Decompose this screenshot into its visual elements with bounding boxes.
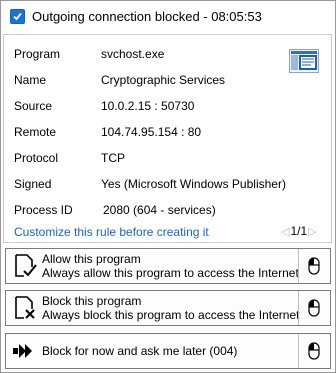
prev-arrow-icon[interactable]: ◁ <box>281 225 289 238</box>
detail-label: Signed <box>14 177 52 191</box>
connection-details: Program svchost.exe Name Cryptographic S… <box>3 34 332 243</box>
mouse-icon <box>308 299 320 317</box>
allow-shortcut[interactable] <box>298 249 329 283</box>
block-document-icon <box>15 296 35 319</box>
block-later-shortcut[interactable] <box>298 334 329 368</box>
detail-label: Name <box>14 73 47 87</box>
block-program-button[interactable]: Block this program Always block this pro… <box>5 290 331 326</box>
block-shortcut[interactable] <box>298 291 329 325</box>
allow-document-icon <box>15 254 37 277</box>
title-checkbox[interactable] <box>10 8 25 24</box>
pager: ◁ 1/1 ▷ <box>281 224 317 238</box>
allow-program-button[interactable]: Allow this program Always allow this pro… <box>5 248 331 284</box>
allow-title: Allow this program <box>42 252 141 266</box>
next-arrow-icon[interactable]: ▷ <box>308 225 316 238</box>
detail-value: Yes (Microsoft Windows Publisher) <box>101 177 286 191</box>
block-title: Block this program <box>42 294 142 308</box>
application-icon <box>289 49 319 73</box>
detail-label: Protocol <box>14 151 59 165</box>
detail-value: svchost.exe <box>101 47 165 61</box>
detail-value: TCP <box>101 151 125 165</box>
window-title: Outgoing connection blocked - 08:05:53 <box>32 8 262 24</box>
title-bar: Outgoing connection blocked - 08:05:53 <box>1 1 335 31</box>
mouse-icon <box>308 342 320 360</box>
pager-text: 1/1 <box>290 224 308 238</box>
block-subtitle: Always block this program to access the … <box>42 308 300 322</box>
detail-value: 2080 (604 - services) <box>103 203 216 217</box>
block-later-button[interactable]: Block for now and ask me later (004) <box>5 333 331 369</box>
detail-value: 104.74.95.154 : 80 <box>101 125 202 139</box>
customize-rule-link[interactable]: Customize this rule before creating it <box>14 225 209 239</box>
detail-value: 10.0.2.15 : 50730 <box>101 99 195 113</box>
detail-label: Remote <box>14 125 57 139</box>
double-arrow-icon <box>13 344 32 358</box>
block-later-title: Block for now and ask me later (004) <box>42 344 238 358</box>
detail-label: Program <box>14 47 61 61</box>
detail-label: Process ID <box>14 203 73 217</box>
check-icon <box>13 12 22 20</box>
detail-value: Cryptographic Services <box>101 73 226 87</box>
detail-label: Source <box>14 99 53 113</box>
mouse-icon <box>308 257 320 275</box>
connection-dialog: Outgoing connection blocked - 08:05:53 P… <box>0 0 336 373</box>
allow-subtitle: Always allow this program to access the … <box>42 266 299 280</box>
